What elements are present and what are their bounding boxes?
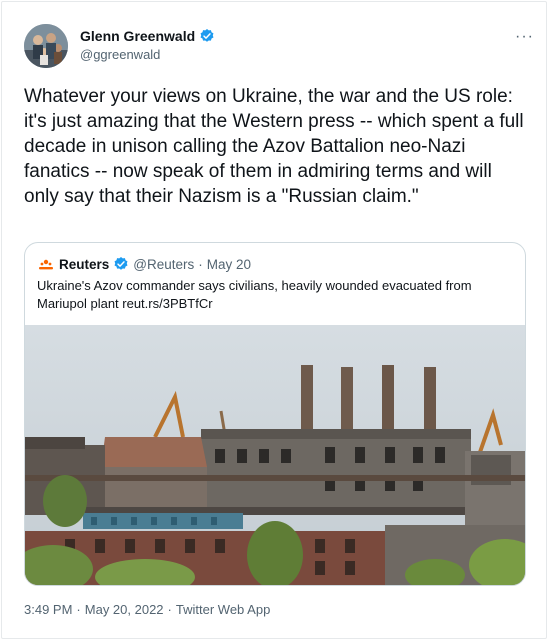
more-options-icon[interactable]: ··· xyxy=(515,28,534,46)
quoted-date[interactable]: May 20 xyxy=(207,257,251,272)
quoted-display-name[interactable]: Reuters xyxy=(59,257,109,272)
reuters-logo-icon xyxy=(37,255,55,273)
display-name-row: Glenn Greenwald xyxy=(80,28,215,44)
verified-badge-icon xyxy=(199,28,215,44)
author-handle[interactable]: @ggreenwald xyxy=(80,47,215,62)
avatar[interactable] xyxy=(24,24,68,68)
quoted-tweet-header: Reuters @Reuters · May 20 xyxy=(37,255,251,273)
quoted-tweet[interactable]: Reuters @Reuters · May 20 Ukraine's Azov… xyxy=(24,242,526,586)
tweet-header: Glenn Greenwald @ggreenwald ··· xyxy=(24,22,534,74)
separator-dot: · xyxy=(167,602,172,617)
separator-dot: · xyxy=(76,602,81,617)
tweet-time[interactable]: 3:49 PM xyxy=(24,602,72,617)
author-block: Glenn Greenwald @ggreenwald xyxy=(80,28,215,62)
display-name[interactable]: Glenn Greenwald xyxy=(80,28,195,44)
tweet-date[interactable]: May 20, 2022 xyxy=(85,602,164,617)
separator-dot: · xyxy=(198,256,203,272)
quoted-handle[interactable]: @Reuters xyxy=(133,257,194,272)
verified-badge-icon xyxy=(113,256,129,272)
damaged-steel-plant-photo[interactable] xyxy=(25,325,525,585)
tweet-meta: 3:49 PM · May 20, 2022 · Twitter Web App xyxy=(24,602,270,617)
source-app-link[interactable]: Twitter Web App xyxy=(176,602,270,617)
tweet-text: Whatever your views on Ukraine, the war … xyxy=(24,86,524,207)
quoted-tweet-text: Ukraine's Azov commander says civilians,… xyxy=(37,278,472,311)
